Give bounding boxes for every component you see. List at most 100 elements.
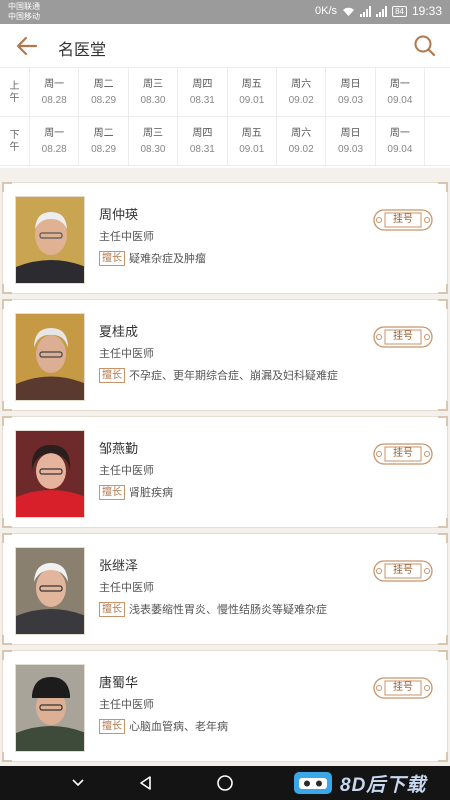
card-corner-ornament	[2, 299, 12, 309]
specialty-tag: 擅长	[99, 601, 125, 617]
status-indicators: 0K/s 84 19:33	[315, 4, 442, 18]
doctor-name: 周仲瑛	[99, 207, 139, 222]
carrier-2: 中国移动	[8, 12, 40, 21]
register-label: 挂号	[393, 565, 413, 576]
specialty-tag: 擅长	[99, 718, 125, 734]
schedule-cell[interactable]: 周六 09.02	[277, 117, 327, 166]
card-corner-ornament	[438, 635, 448, 645]
doctor-title: 主任中医师	[99, 699, 154, 711]
register-button[interactable]: 挂号	[373, 676, 433, 700]
doctor-name: 唐蜀华	[99, 675, 139, 690]
card-corner-ornament	[438, 299, 448, 309]
doctor-specialty: 擅长 疑难杂症及肿瘤	[99, 250, 206, 266]
chevron-down-icon	[72, 779, 84, 787]
schedule-cell[interactable]: 周二 08.29	[79, 117, 129, 166]
card-corner-ornament	[2, 650, 12, 660]
doctor-card[interactable]: 张继泽 主任中医师 擅长 浅表萎缩性胃炎、慢性结肠炎等疑难杂症 挂号	[2, 533, 448, 645]
nav-back-button[interactable]	[136, 773, 156, 793]
card-corner-ornament	[438, 416, 448, 426]
doctor-title: 主任中医师	[99, 231, 154, 243]
app-header: 名医堂	[0, 24, 450, 68]
back-button[interactable]	[14, 34, 40, 58]
register-button[interactable]: 挂号	[373, 208, 433, 232]
schedule-cell[interactable]: 周日 09.03	[326, 68, 376, 117]
doctor-photo	[15, 196, 85, 284]
schedule-cell[interactable]: 周四 08.31	[178, 68, 228, 117]
specialty-text: 浅表萎缩性胃炎、慢性结肠炎等疑难杂症	[129, 604, 327, 616]
watermark-logo	[294, 772, 332, 794]
specialty-text: 疑难杂症及肿瘤	[129, 253, 206, 265]
back-triangle-icon	[140, 776, 151, 790]
specialty-text: 肾脏疾病	[129, 487, 173, 499]
doctor-photo	[15, 664, 85, 752]
period-label-morning: 上 午	[0, 68, 30, 117]
signal-1-icon	[360, 5, 372, 17]
card-corner-ornament	[438, 401, 448, 411]
doctor-specialty: 擅长 心脑血管病、老年病	[99, 718, 228, 734]
schedule-grid: 上 午 周一 08.28 周二 08.29 周三 08.30 周四 08.31 周五 09…	[0, 68, 450, 168]
schedule-row-afternoon: 下 午 周一 08.28 周二 08.29 周三 08.30 周四 08.31 周五 09…	[0, 117, 450, 166]
page-title: 名医堂	[58, 42, 107, 59]
watermark: 8D后下载	[292, 766, 426, 800]
schedule-cell[interactable]: 周五 09.01	[228, 68, 277, 117]
schedule-cell[interactable]: 周一 09.04	[376, 117, 426, 166]
card-corner-ornament	[438, 752, 448, 762]
register-button[interactable]: 挂号	[373, 559, 433, 583]
system-nav-bar: 8D后下载	[0, 766, 450, 800]
specialty-tag: 擅长	[99, 250, 125, 266]
doctor-specialty: 擅长 肾脏疾病	[99, 484, 173, 500]
schedule-cell[interactable]: 周六 09.02	[277, 68, 327, 117]
doctor-photo	[15, 313, 85, 401]
card-corner-ornament	[2, 518, 12, 528]
schedule-cell[interactable]: 周三 08.30	[129, 68, 179, 117]
battery-icon: 84	[392, 5, 407, 17]
doctor-card[interactable]: 邹燕勤 主任中医师 擅长 肾脏疾病 挂号	[2, 416, 448, 528]
wifi-icon	[343, 7, 355, 16]
register-button[interactable]: 挂号	[373, 442, 433, 466]
card-corner-ornament	[438, 182, 448, 192]
register-label: 挂号	[393, 682, 413, 693]
doctor-name: 邹燕勤	[99, 441, 139, 456]
register-label: 挂号	[393, 214, 413, 225]
schedule-cell[interactable]: 周四 08.31	[178, 117, 228, 166]
status-clock: 19:33	[411, 4, 442, 18]
status-bar: 中国联通 中国移动 0K/s 84 19:33	[0, 0, 450, 24]
card-corner-ornament	[2, 416, 12, 426]
doctor-specialty: 擅长 不孕症、更年期综合症、崩漏及妇科疑难症	[99, 367, 338, 383]
card-corner-ornament	[438, 533, 448, 543]
card-corner-ornament	[2, 635, 12, 645]
search-icon	[414, 35, 436, 57]
doctor-photo	[15, 547, 85, 635]
signal-2-icon	[376, 5, 388, 17]
card-corner-ornament	[2, 533, 12, 543]
register-button[interactable]: 挂号	[373, 325, 433, 349]
card-corner-ornament	[2, 752, 12, 762]
nav-home-button[interactable]	[215, 773, 235, 793]
schedule-cell[interactable]: 周五 09.01	[228, 117, 277, 166]
doctor-card[interactable]: 唐蜀华 主任中医师 擅长 心脑血管病、老年病 挂号	[2, 650, 448, 762]
home-circle-icon	[217, 775, 233, 791]
card-corner-ornament	[2, 401, 12, 411]
nav-recent-button[interactable]	[68, 773, 88, 793]
back-arrow-icon	[16, 36, 38, 56]
doctor-name: 张继泽	[99, 558, 139, 573]
schedule-cell[interactable]: 周一 09.04	[376, 68, 426, 117]
card-corner-ornament	[438, 284, 448, 294]
doctor-title: 主任中医师	[99, 348, 154, 360]
specialty-text: 不孕症、更年期综合症、崩漏及妇科疑难症	[129, 370, 338, 382]
doctor-card[interactable]: 周仲瑛 主任中医师 擅长 疑难杂症及肿瘤 挂号	[2, 182, 448, 294]
card-corner-ornament	[2, 182, 12, 192]
schedule-cell[interactable]: 周三 08.30	[129, 117, 179, 166]
doctor-name: 夏桂成	[99, 324, 139, 339]
doctor-card[interactable]: 夏桂成 主任中医师 擅长 不孕症、更年期综合症、崩漏及妇科疑难症 挂号	[2, 299, 448, 411]
schedule-cell[interactable]: 周二 08.29	[79, 68, 129, 117]
doctor-title: 主任中医师	[99, 465, 154, 477]
schedule-cell[interactable]: 周一 08.28	[30, 68, 80, 117]
doctor-title: 主任中医师	[99, 582, 154, 594]
register-label: 挂号	[393, 448, 413, 459]
register-label: 挂号	[393, 331, 413, 342]
watermark-text: 8D后下载	[340, 774, 427, 796]
search-button[interactable]	[412, 33, 438, 59]
schedule-cell[interactable]: 周日 09.03	[326, 117, 376, 166]
schedule-cell[interactable]: 周一 08.28	[30, 117, 80, 166]
